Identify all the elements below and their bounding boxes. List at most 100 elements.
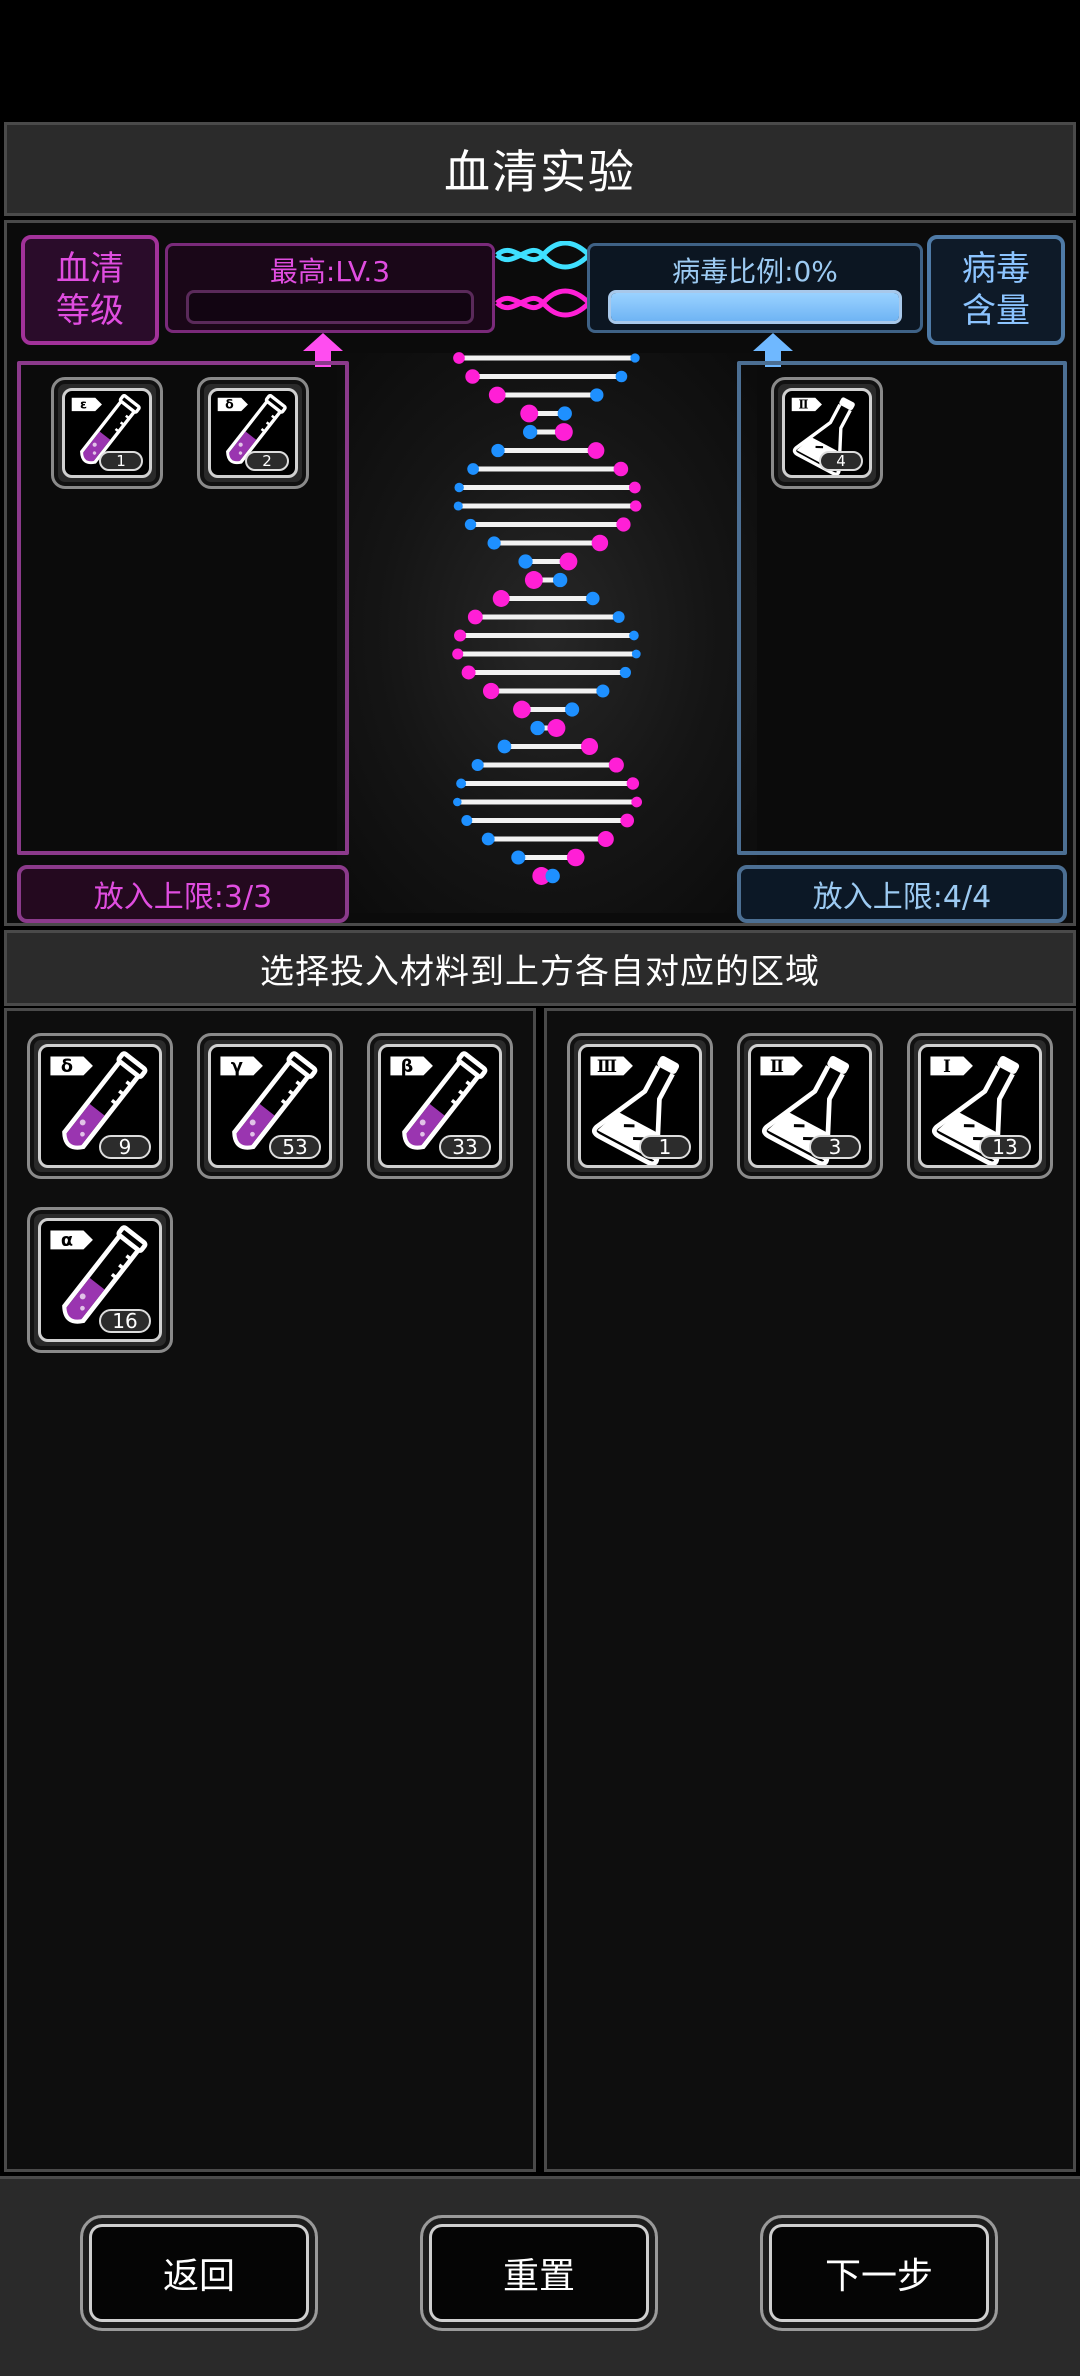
serum-limit-text: 放入上限:3/3 [93,880,273,915]
back-button-label: 返回 [162,2256,235,2297]
virus-item-tile[interactable]: Ⅰ 13 [907,1033,1053,1179]
virus-inventory-panel: Ⅲ 1 Ⅱ 3 Ⅰ 13 [544,1008,1076,2172]
dna-node [586,591,600,606]
instruction-bar: 选择投入材料到上方各自对应的区域 [4,930,1076,1006]
dna-node [524,571,543,589]
instruction-text: 选择投入材料到上方各自对应的区域 [260,951,820,992]
flask-icon: Ⅲ 1 [578,1044,702,1168]
dna-node [482,682,500,700]
serum-experiment-screen: 血清实验 血清 等级 最高:LV.3 病毒比例:0% 病毒 含量 ε 1 δ 2… [0,0,1080,2376]
virus-item-tile[interactable]: Ⅱ 4 [771,377,883,489]
svg-text:ε: ε [80,397,87,412]
item-count-badge: 3 [809,1135,861,1159]
dna-node [566,848,585,867]
serum-inventory-panel: δ 9 γ 53 β 33 α 16 [4,1008,536,2172]
dna-node [471,758,484,772]
dna-node [454,482,464,493]
dna-node [581,737,599,756]
dna-node [453,501,463,511]
dna-node [513,700,531,719]
dna-node [554,423,573,441]
serum-drop-zone[interactable]: ε 1 δ 2 [17,361,349,855]
svg-text:δ: δ [225,397,234,412]
test-tube-icon: δ 2 [208,388,298,478]
dna-node [613,461,629,477]
virus-ratio-text: 病毒比例:0% [672,255,838,288]
page-title: 血清实验 [444,145,636,199]
reset-button-label: 重置 [502,2256,575,2297]
dna-node [452,648,464,660]
dna-node [596,684,610,698]
dna-node [631,796,643,808]
virus-ratio-bar: 病毒比例:0% [587,243,923,333]
dna-node [467,609,483,625]
title-bar: 血清实验 [4,122,1076,216]
dna-node [616,517,631,532]
dna-node [545,868,560,884]
dna-node [587,442,605,459]
item-count-badge: 9 [99,1135,151,1159]
serum-level-bar: 最高:LV.3 [165,243,495,333]
virus-limit-text: 放入上限:4/4 [812,880,992,915]
dna-node [530,720,545,736]
virus-progress-track [608,290,902,324]
virus-item-tile[interactable]: Ⅱ 3 [737,1033,883,1179]
dna-node [590,388,604,402]
serum-item-tile[interactable]: β 33 [367,1033,513,1179]
dna-node [619,666,631,679]
dna-node [497,739,512,754]
dna-node [628,481,641,494]
dna-node [518,554,533,569]
footer-bar: 返回 重置 下一步 [0,2176,1080,2376]
dna-node [630,500,642,512]
svg-text:α: α [61,1231,73,1251]
virus-drop-zone[interactable]: Ⅱ 4 [737,361,1067,855]
serum-item-tile[interactable]: δ 9 [27,1033,173,1179]
test-tube-icon: δ 9 [38,1044,162,1168]
dna-node [630,353,640,363]
virus-item-tile[interactable]: Ⅲ 1 [567,1033,713,1179]
serum-item-tile[interactable]: δ 2 [197,377,309,489]
dna-node [488,386,506,404]
dna-node [522,424,538,440]
dna-node [453,352,465,364]
back-button[interactable]: 返回 [80,2215,318,2331]
next-step-button[interactable]: 下一步 [760,2215,998,2331]
dna-node [615,370,628,383]
flask-icon: Ⅱ 4 [782,388,872,478]
dna-node [456,778,467,789]
svg-text:β: β [401,1057,414,1077]
serum-item-tile[interactable]: γ 53 [197,1033,343,1179]
flask-icon: Ⅰ 13 [918,1044,1042,1168]
test-tube-icon: β 33 [378,1044,502,1168]
item-count-badge: 33 [439,1135,491,1159]
dna-node [520,404,539,423]
item-count-badge: 53 [269,1135,321,1159]
dna-node [552,572,568,588]
reset-button[interactable]: 重置 [420,2215,658,2331]
dna-node [453,797,462,807]
next-step-button-label: 下一步 [824,2256,933,2297]
dna-node [620,813,635,828]
dna-helix-icon [452,352,643,885]
svg-text:γ: γ [231,1057,243,1077]
dna-node [631,649,641,659]
dna-node [629,630,639,641]
dna-node [464,518,477,531]
svg-text:δ: δ [61,1057,73,1077]
virus-progress-fill [611,293,899,321]
virus-content-label: 病毒 含量 [927,235,1065,345]
dna-node [467,463,479,475]
dna-node [547,719,566,737]
dna-node [565,702,580,717]
item-count-badge: 2 [245,451,289,471]
serum-item-tile[interactable]: α 16 [27,1207,173,1353]
test-tube-icon: α 16 [38,1218,162,1342]
dna-node [608,757,624,773]
dna-node [591,534,609,552]
dna-node [511,850,526,865]
item-count-badge: 1 [99,451,143,471]
serum-item-tile[interactable]: ε 1 [51,377,163,489]
dna-node [626,777,640,790]
item-count-badge: 16 [99,1309,151,1333]
